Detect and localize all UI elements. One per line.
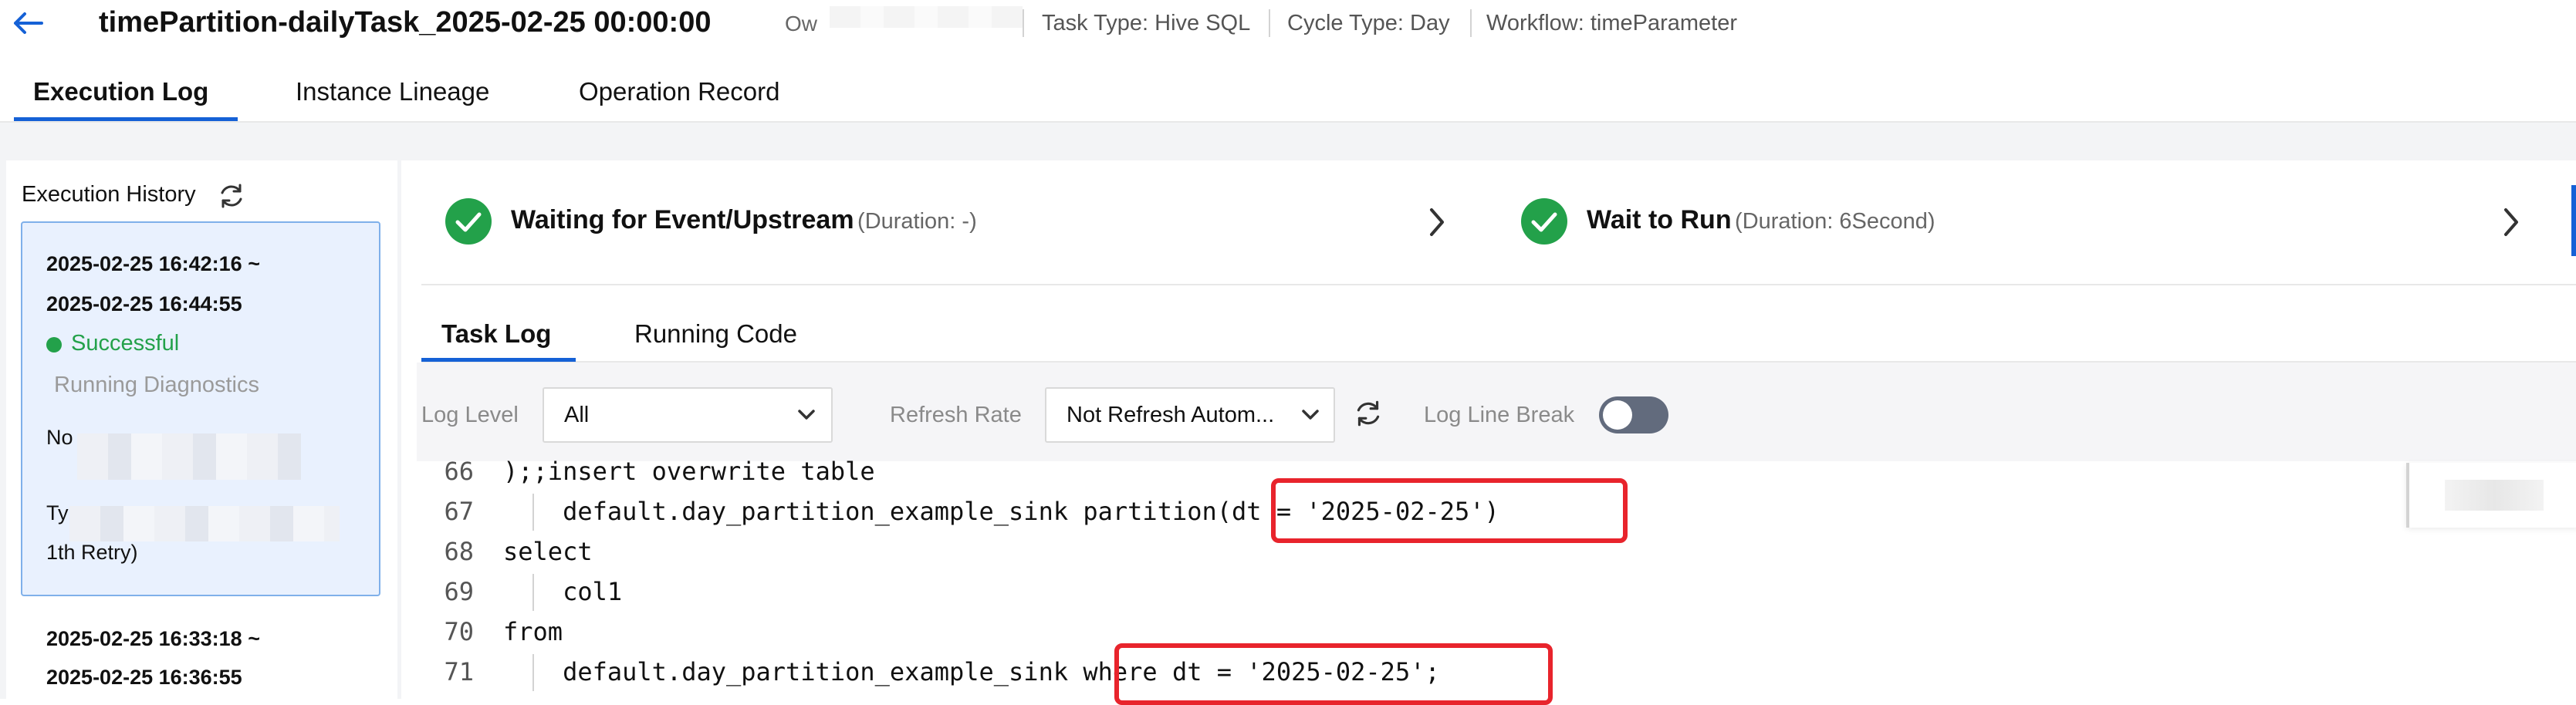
line-number: 68 [444,537,474,566]
steps-divider [421,284,2576,285]
run-status: Successful [71,331,180,356]
refresh-icon[interactable] [1352,397,1384,430]
floating-card-blurred-content [2445,480,2544,511]
log-level-select[interactable]: All [543,387,833,443]
owner-blurred-value [830,6,1023,28]
code-line: );;insert overwrite table [503,457,875,486]
node-label: No [46,426,73,449]
refresh-icon[interactable] [216,180,247,211]
run-start-time: 2025-02-25 16:42:16 ~ [46,252,260,275]
chevron-right-icon[interactable] [2500,205,2522,239]
step-wait-to-run: Wait to Run (Duration: 6Second) [1587,205,1935,235]
next-step-indicator [2571,185,2576,256]
retry-info: 1th Retry) [46,541,138,564]
execution-history-title: Execution History [22,182,196,207]
page-title: timePartition-dailyTask_2025-02-25 00:00… [99,6,712,39]
step-duration: (Duration: 6Second) [1735,209,1935,234]
type-blurred-value [69,506,340,541]
workflow-info: Workflow: timeParameter [1486,11,1737,35]
log-level-label: Log Level [421,403,519,427]
node-blurred-value [77,433,301,480]
type-label: Ty [46,501,69,525]
run-start-time[interactable]: 2025-02-25 16:33:18 ~ [46,627,260,651]
header-divider [1470,9,1472,37]
log-level-value: All [564,403,590,427]
task-type-info: Task Type: Hive SQL [1042,11,1251,35]
log-line-break-label: Log Line Break [1424,403,1575,427]
run-end-time[interactable]: 2025-02-25 16:36:55 [46,666,242,690]
header-divider [1269,9,1270,37]
tab-running-code[interactable]: Running Code [634,319,797,349]
tab-operation-record[interactable]: Operation Record [579,77,779,106]
code-line: col1 [503,577,623,606]
highlight-annotation-box [1271,478,1628,543]
tab-task-log[interactable]: Task Log [441,319,551,349]
chevron-down-icon [796,406,817,424]
line-number: 70 [444,617,474,646]
tab-instance-lineage[interactable]: Instance Lineage [296,77,489,106]
toggle-knob [1603,400,1632,430]
active-subtab-underline [421,358,576,362]
refresh-rate-select[interactable]: Not Refresh Autom... [1045,387,1335,443]
code-line: from [503,617,563,646]
highlight-annotation-box [1114,643,1553,705]
running-diagnostics-link[interactable]: Running Diagnostics [54,373,259,398]
status-dot-icon [46,337,62,352]
run-end-time: 2025-02-25 16:44:55 [46,292,242,315]
line-number: 71 [444,657,474,686]
line-number: 66 [444,457,474,486]
chevron-down-icon [1300,406,1321,424]
step-duration: (Duration: -) [857,209,977,234]
step-title: Waiting for Event/Upstream [511,205,854,234]
line-number: 69 [444,577,474,606]
check-circle-icon [1520,197,1568,245]
back-arrow-icon[interactable] [11,8,45,39]
line-number: 67 [444,497,474,526]
cycle-type-info: Cycle Type: Day [1287,11,1450,35]
step-title: Wait to Run [1587,205,1732,234]
tab-execution-log[interactable]: Execution Log [33,77,208,106]
header-divider [1023,9,1024,37]
chevron-right-icon[interactable] [1426,205,1448,239]
refresh-rate-value: Not Refresh Autom... [1067,403,1275,427]
check-circle-icon [445,197,492,245]
owner-label: Ow [785,12,817,35]
refresh-rate-label: Refresh Rate [890,403,1022,427]
step-waiting-upstream: Waiting for Event/Upstream (Duration: -) [511,205,977,235]
code-line: select [503,537,593,566]
